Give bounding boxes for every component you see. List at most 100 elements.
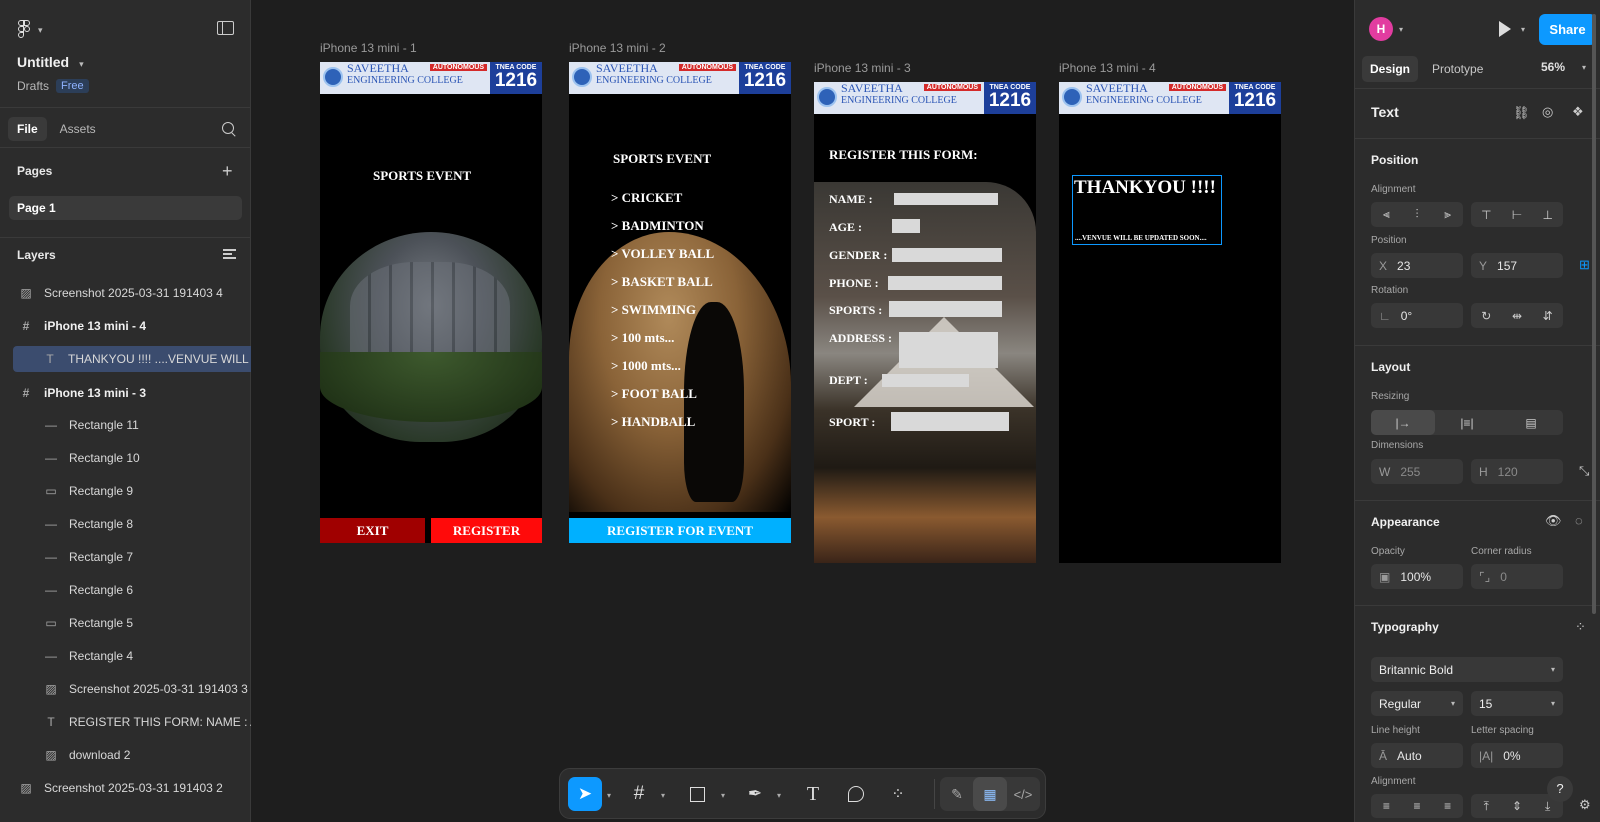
phone-frame-3[interactable]: SAVEETHA ENGINEERING COLLEGE AUTONOMOUS T… [814, 82, 1036, 563]
page-item[interactable]: Page 1 [9, 196, 242, 220]
frame-label[interactable]: iPhone 13 mini - 4 [1059, 61, 1156, 75]
rotation-input[interactable]: ∟ 0° [1371, 303, 1463, 328]
text-align-top-icon[interactable]: ⤒ [1471, 794, 1502, 818]
height-input[interactable]: H 120 [1471, 459, 1563, 484]
layer-row[interactable]: T THANKYOU !!!! ....VENVUE WILL BE UPDATE… [13, 346, 251, 372]
layer-row[interactable]: — Rectangle 8 [0, 511, 251, 537]
opacity-input[interactable]: ▣ 100% [1371, 564, 1463, 589]
layer-row[interactable]: — Rectangle 11 [0, 412, 251, 438]
sidebar-toggle-icon[interactable] [217, 21, 234, 35]
chevron-down-icon[interactable]: ▾ [661, 791, 665, 800]
eye-icon[interactable]: 👁 [1545, 513, 1562, 529]
resize-icon[interactable]: ⤡ [1579, 463, 1589, 479]
pen-tool-icon[interactable]: ✒ [738, 777, 772, 811]
main-menu-button[interactable]: ▾ [18, 20, 43, 40]
form-field-input[interactable] [882, 374, 969, 387]
frame-label[interactable]: iPhone 13 mini - 3 [814, 61, 911, 75]
layer-row[interactable]: ▨ download 2 [0, 742, 251, 768]
layer-row[interactable]: — Rectangle 4 [0, 643, 251, 669]
align-top-icon[interactable]: ⊤ [1471, 202, 1502, 227]
present-icon[interactable] [1499, 21, 1511, 37]
text-settings-icon[interactable]: ⚙ [1579, 797, 1591, 813]
tab-assets[interactable]: Assets [51, 117, 105, 141]
search-icon[interactable] [222, 122, 234, 134]
layer-row[interactable]: — Rectangle 7 [0, 544, 251, 570]
project-location[interactable]: Drafts Free [17, 79, 89, 93]
layer-frame-row[interactable]: # iPhone 13 mini - 4 [0, 313, 251, 339]
share-button[interactable]: Share [1539, 14, 1596, 45]
align-center-h-icon[interactable]: ⫶ [1402, 202, 1433, 227]
chevron-down-icon[interactable]: ▾ [1521, 25, 1525, 34]
layer-row[interactable]: — Rectangle 10 [0, 445, 251, 471]
layer-row[interactable]: T REGISTER THIS FORM: NAME : AGE : [0, 709, 251, 735]
chevron-down-icon[interactable]: ▾ [777, 791, 781, 800]
dev-mode-icon[interactable]: </> [1006, 777, 1040, 811]
frame-label[interactable]: iPhone 13 mini - 1 [320, 41, 417, 55]
avatar[interactable]: H [1369, 17, 1393, 41]
form-field-input[interactable] [891, 412, 1009, 431]
layer-row[interactable]: ▭ Rectangle 5 [0, 610, 251, 636]
move-tool-icon[interactable]: ➤ [568, 777, 602, 811]
frame-tool-icon[interactable]: # [622, 777, 656, 811]
flip-horizontal-icon[interactable]: ⇹ [1502, 303, 1533, 328]
form-field-input[interactable] [888, 276, 1002, 290]
font-weight-select[interactable]: Regular ▾ [1371, 691, 1463, 716]
register-for-event-button[interactable]: REGISTER FOR EVENT [569, 518, 791, 543]
text-tool-icon[interactable]: T [796, 777, 830, 811]
corner-radius-input[interactable]: ⌜⌟ 0 [1471, 564, 1563, 589]
comment-tool-icon[interactable] [839, 777, 873, 811]
layer-frame-row[interactable]: # iPhone 13 mini - 3 [0, 380, 251, 406]
text-align-middle-icon[interactable]: ⇕ [1502, 794, 1533, 818]
add-page-icon[interactable]: + [222, 162, 233, 180]
auto-height-icon[interactable]: |≡| [1435, 410, 1499, 435]
form-field-input[interactable] [889, 301, 1002, 317]
form-field-input[interactable] [892, 248, 1002, 262]
x-input[interactable]: X 23 [1371, 253, 1463, 278]
selected-text-box[interactable]: THANKYOU !!!! ....VENVUE WILL BE UPDATED… [1072, 175, 1222, 245]
form-field-input[interactable] [892, 219, 920, 233]
y-input[interactable]: Y 157 [1471, 253, 1563, 278]
phone-frame-2[interactable]: SAVEETHA ENGINEERING COLLEGE AUTONOMOUS T… [569, 62, 791, 543]
letter-spacing-input[interactable]: |A| 0% [1471, 743, 1563, 768]
align-right-icon[interactable]: ⫸ [1432, 202, 1463, 227]
align-middle-icon[interactable]: ⊢ [1502, 202, 1533, 227]
actions-tool-icon[interactable]: ⁘ [881, 777, 915, 811]
chevron-down-icon[interactable]: ▾ [607, 791, 611, 800]
text-align-right-icon[interactable]: ≡ [1432, 794, 1463, 818]
line-height-input[interactable]: Ā Auto [1371, 743, 1463, 768]
design-mode-icon[interactable]: ▦ [973, 777, 1007, 811]
phone-frame-4[interactable]: SAVEETHA ENGINEERING COLLEGE AUTONOMOUS T… [1059, 82, 1281, 563]
component-target-icon[interactable]: ◎ [1542, 104, 1553, 120]
font-family-select[interactable]: Britannic Bold ▾ [1371, 657, 1563, 682]
flip-vertical-icon[interactable]: ⇵ [1532, 303, 1563, 328]
rotate-icon[interactable]: ↻ [1471, 303, 1502, 328]
width-input[interactable]: W 255 [1371, 459, 1463, 484]
align-bottom-icon[interactable]: ⊥ [1532, 202, 1563, 227]
zoom-level[interactable]: 56% [1541, 60, 1565, 74]
text-align-center-icon[interactable]: ≡ [1402, 794, 1433, 818]
auto-width-icon[interactable]: |→ [1371, 410, 1435, 435]
frame-label[interactable]: iPhone 13 mini - 2 [569, 41, 666, 55]
draw-mode-icon[interactable]: ✎ [940, 777, 974, 811]
chevron-down-icon[interactable]: ▾ [1399, 25, 1403, 34]
text-align-left-icon[interactable]: ≡ [1371, 794, 1402, 818]
chevron-down-icon[interactable]: ▾ [1582, 63, 1586, 72]
help-button[interactable]: ? [1547, 776, 1573, 802]
font-size-select[interactable]: 15 ▾ [1471, 691, 1563, 716]
canvas[interactable]: iPhone 13 mini - 1 SAVEETHA ENGINEERING C… [251, 0, 1354, 822]
layer-row[interactable]: ▭ Rectangle 9 [0, 478, 251, 504]
collapse-layers-icon[interactable] [223, 249, 236, 259]
tab-design[interactable]: Design [1362, 56, 1419, 82]
exit-button[interactable]: EXIT [320, 518, 425, 543]
register-button[interactable]: REGISTER [431, 518, 542, 543]
layer-row[interactable]: ▨ Screenshot 2025-03-31 191403 4 [0, 280, 251, 306]
align-left-icon[interactable]: ⫷ [1371, 202, 1402, 227]
layer-row[interactable]: — Rectangle 6 [0, 577, 251, 603]
layer-row[interactable]: ▨ Screenshot 2025-03-31 191403 3 [0, 676, 251, 702]
tab-prototype[interactable]: Prototype [1424, 56, 1491, 82]
form-field-input[interactable] [899, 332, 998, 368]
text-styles-icon[interactable]: ⁘ [1575, 619, 1586, 635]
chevron-down-icon[interactable]: ▾ [721, 791, 725, 800]
fixed-size-icon[interactable]: ▤ [1499, 410, 1563, 435]
constraints-icon[interactable]: ⊞ [1579, 257, 1590, 273]
